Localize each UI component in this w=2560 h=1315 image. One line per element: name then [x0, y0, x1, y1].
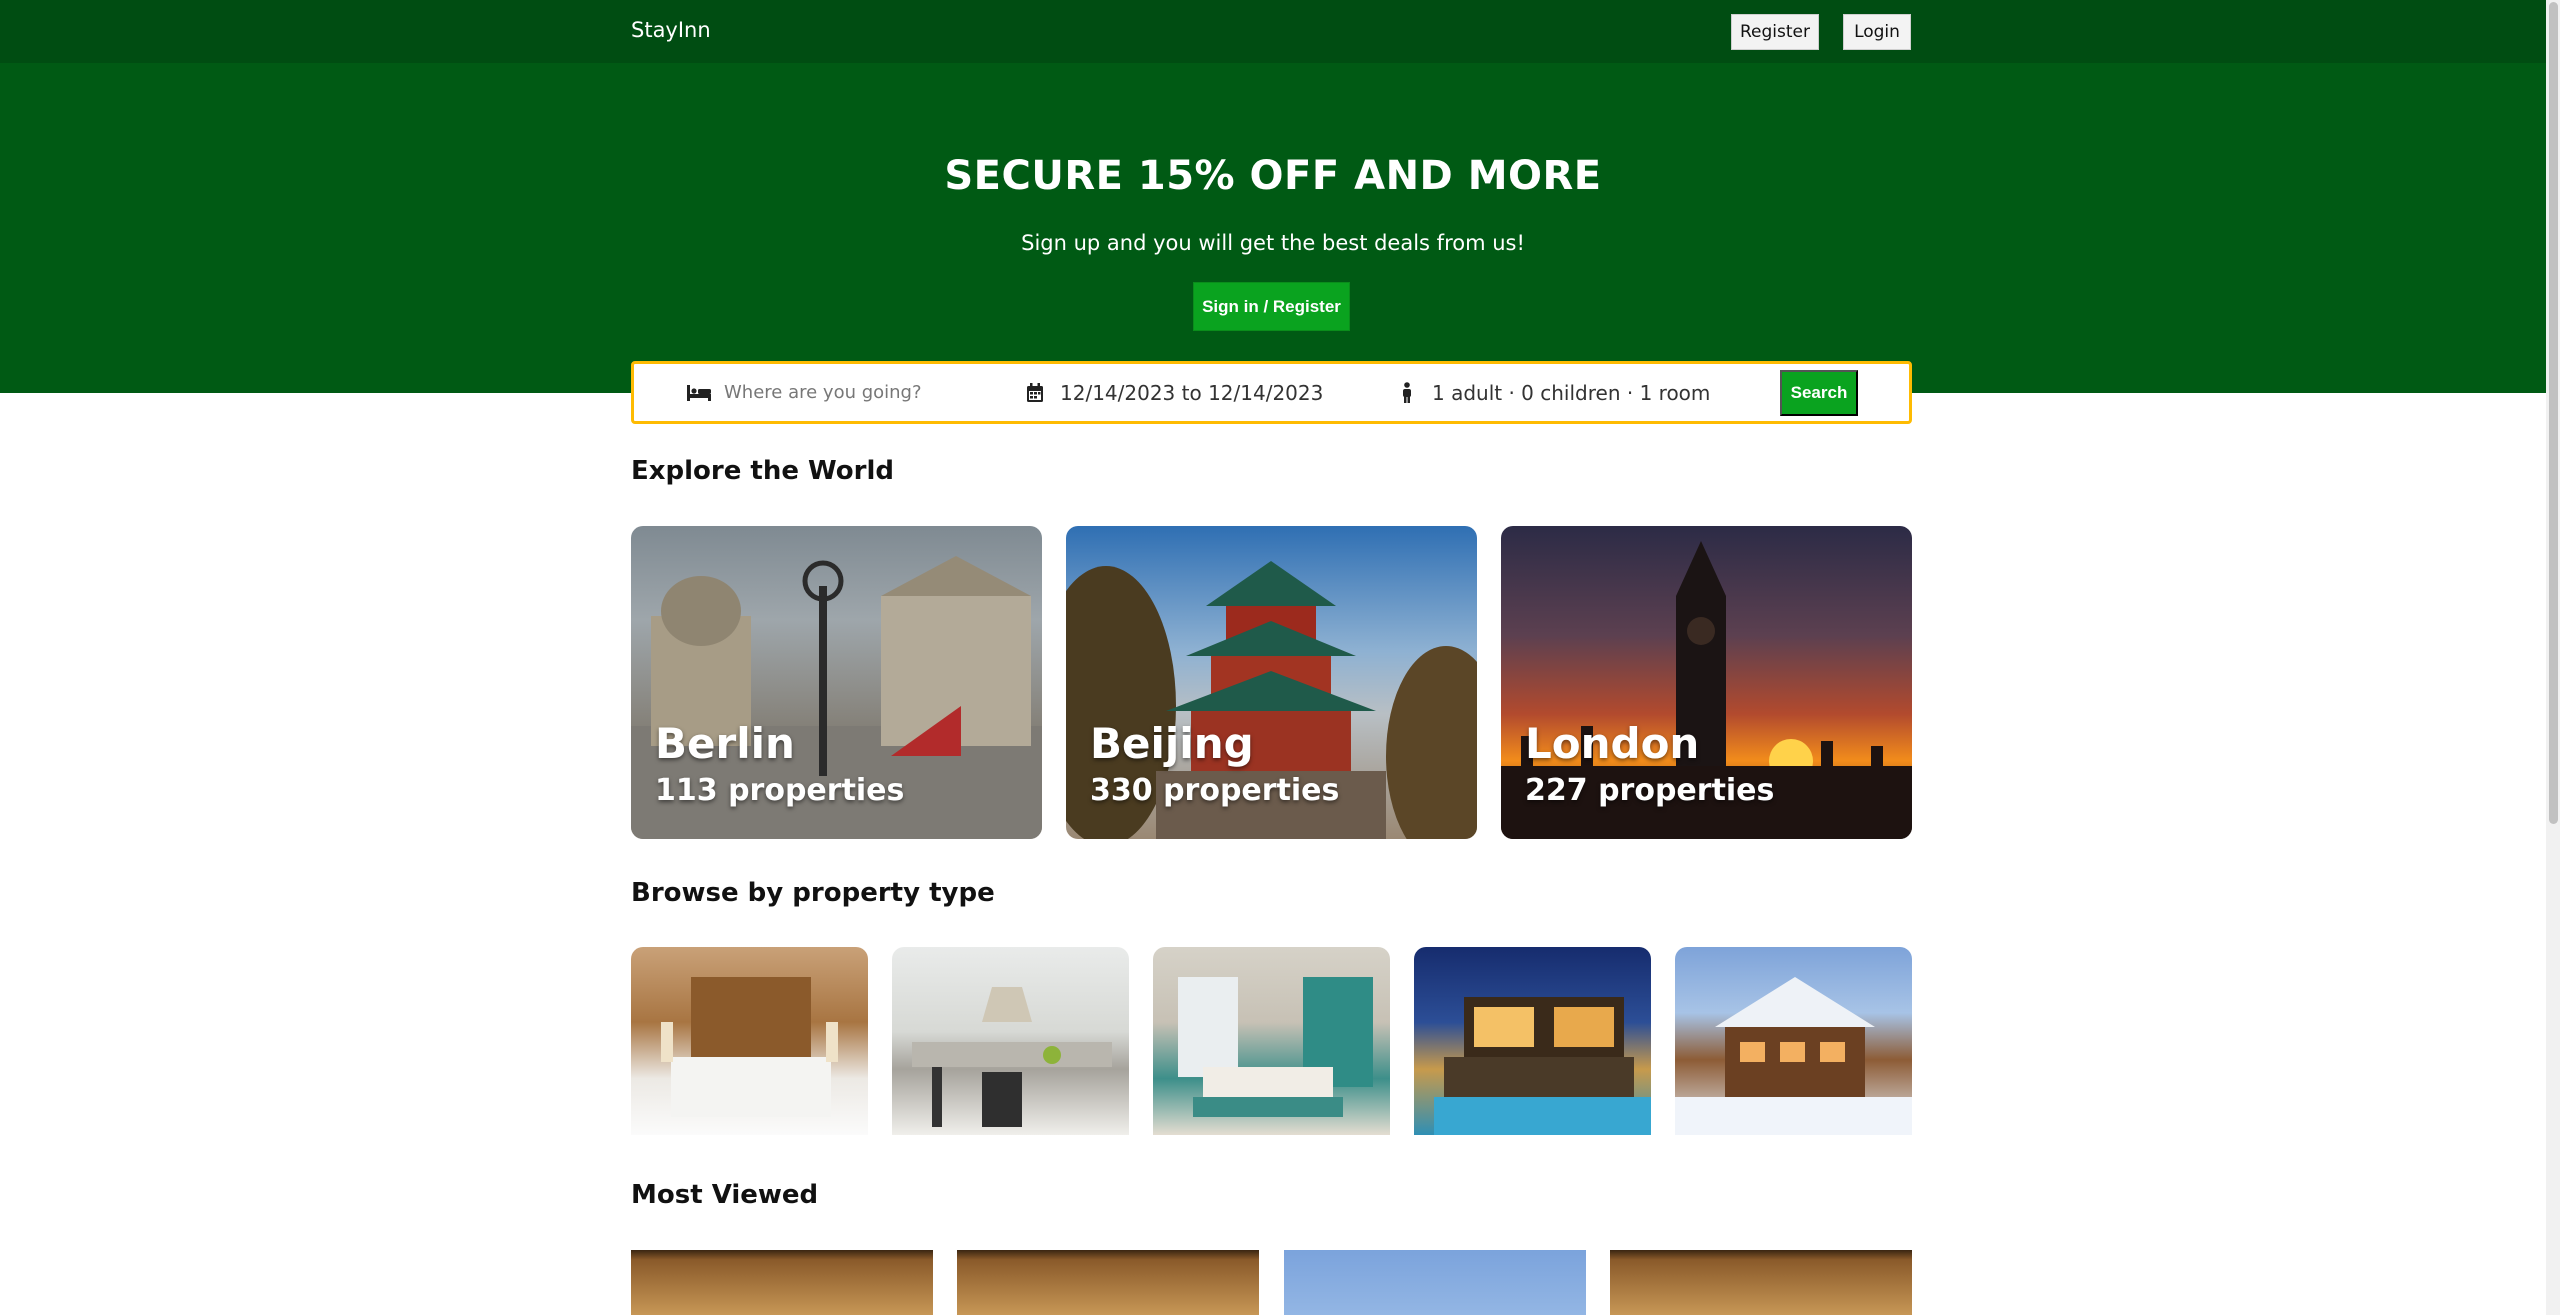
property-type-section-title: Browse by property type [631, 878, 995, 908]
city-property-count: 113 properties [655, 773, 905, 808]
calendar-icon [1022, 380, 1048, 406]
date-range-value: 12/14/2023 to 12/14/2023 [1060, 380, 1324, 405]
register-button[interactable]: Register [1731, 14, 1819, 50]
destination-placeholder: Where are you going? [724, 382, 922, 403]
city-name: London [1525, 719, 1700, 768]
explore-section-title: Explore the World [631, 456, 895, 486]
most-viewed-card[interactable] [957, 1250, 1259, 1315]
search-button[interactable]: Search [1780, 370, 1858, 416]
most-viewed-card[interactable] [1610, 1250, 1912, 1315]
city-name: Beijing [1090, 719, 1254, 768]
resort-room-image [1178, 977, 1373, 1117]
most-viewed-card[interactable] [1284, 1250, 1586, 1315]
chalet-snow-image [1675, 977, 1912, 1135]
top-nav-bar: StayInn Register Login [0, 0, 2546, 63]
property-type-villa[interactable] [1414, 947, 1651, 1135]
hero-subtitle: Sign up and you will get the best deals … [1021, 231, 1525, 255]
most-viewed-card[interactable] [631, 1250, 933, 1315]
page-scrollbar-thumb[interactable] [2549, 2, 2558, 824]
city-name: Berlin [655, 719, 795, 768]
hotel-bedroom-image [661, 977, 838, 1117]
person-icon [1394, 380, 1420, 406]
sign-in-register-button[interactable]: Sign in / Register [1193, 282, 1350, 331]
date-range-field[interactable]: 12/14/2023 to 12/14/2023 [1022, 364, 1323, 421]
guests-field[interactable]: 1 adult · 0 children · 1 room [1394, 364, 1710, 421]
hero-title: SECURE 15% OFF AND MORE [944, 153, 1602, 199]
bed-icon [686, 380, 712, 406]
property-type-resort[interactable] [1153, 947, 1390, 1135]
apartment-kitchen-image [912, 987, 1112, 1127]
city-card-beijing[interactable]: Beijing 330 properties [1066, 526, 1477, 839]
destination-field[interactable]: Where are you going? [686, 364, 922, 421]
city-property-count: 330 properties [1090, 773, 1340, 808]
property-type-chalet[interactable] [1675, 947, 1912, 1135]
guests-value: 1 adult · 0 children · 1 room [1432, 380, 1711, 405]
brand-logo[interactable]: StayInn [631, 18, 711, 42]
city-card-berlin[interactable]: Berlin 113 properties [631, 526, 1042, 839]
login-button[interactable]: Login [1843, 14, 1911, 50]
city-card-london[interactable]: London 227 properties [1501, 526, 1912, 839]
villa-pool-image [1434, 997, 1651, 1135]
search-bar: Where are you going? 12/14/2023 to 12/14… [631, 361, 1912, 424]
most-viewed-section-title: Most Viewed [631, 1180, 819, 1210]
city-property-count: 227 properties [1525, 773, 1775, 808]
property-type-hotel[interactable] [631, 947, 868, 1135]
hero-banner: SECURE 15% OFF AND MORE Sign up and you … [0, 63, 2546, 393]
property-type-apartment[interactable] [892, 947, 1129, 1135]
